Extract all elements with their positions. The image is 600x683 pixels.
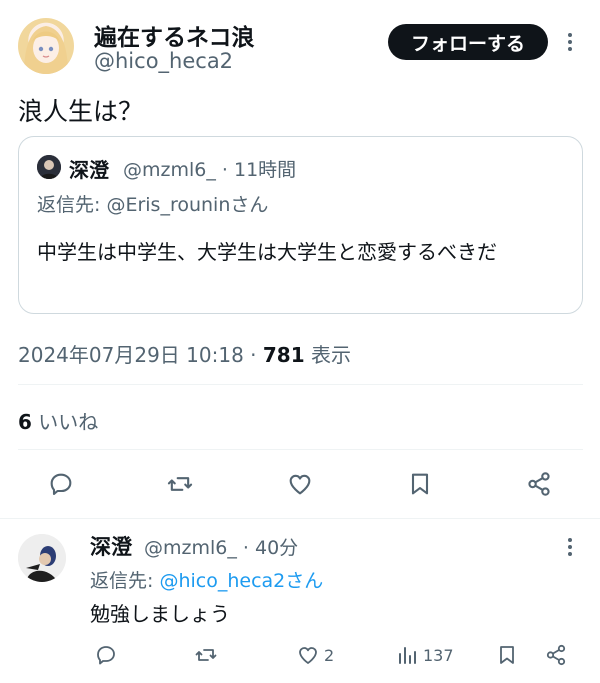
likes-summary[interactable]: 6 いいね xyxy=(18,406,98,435)
author-avatar[interactable] xyxy=(18,18,74,74)
quoted-reply-to: 返信先: @Eris_rouninさん xyxy=(37,190,268,217)
tweet-timestamp-line: 2024年07月29日 10:18 · 781 表示 xyxy=(18,343,351,367)
bookmark-icon xyxy=(411,473,429,495)
quoted-author-avatar xyxy=(37,155,61,179)
quoted-reply-prefix: 返信先: xyxy=(37,194,101,216)
quoted-handle: @mzml6_ xyxy=(123,159,216,181)
reply-like-count: 2 xyxy=(324,645,335,665)
reply-handle[interactable]: @mzml6_ xyxy=(144,537,237,559)
reply-tweet-text: 勉強しましょう xyxy=(90,602,230,626)
reply-button[interactable] xyxy=(43,466,79,502)
likes-count: 6 xyxy=(18,410,32,434)
reply-icon xyxy=(97,646,115,665)
reply-reply-to: 返信先: @hico_heca2さん xyxy=(90,566,323,593)
divider xyxy=(0,518,600,519)
share-icon xyxy=(546,644,566,666)
retweet-icon xyxy=(195,649,217,661)
retweet-button[interactable] xyxy=(162,466,198,502)
reply-reply-button[interactable] xyxy=(94,640,118,670)
author-handle[interactable]: @hico_heca2 xyxy=(94,49,233,73)
follow-button[interactable]: フォローする xyxy=(388,24,548,60)
quoted-reply-handle: @Eris_rouninさん xyxy=(106,194,269,216)
quoted-time: 11時間 xyxy=(234,159,297,181)
reply-icon xyxy=(50,473,72,495)
author-display-name[interactable]: 遍在するネコ浪 xyxy=(94,18,255,52)
reply-views-button[interactable]: 137 xyxy=(395,640,454,670)
reply-time[interactable]: 40分 xyxy=(255,537,298,559)
quoted-tweet-card[interactable]: 深澄 @mzml6_ · 11時間 返信先: @Eris_rouninさん 中学… xyxy=(18,136,583,314)
reply-share-button[interactable] xyxy=(544,640,568,670)
reply-reply-prefix: 返信先: xyxy=(90,570,154,592)
likes-label: いいね xyxy=(38,410,99,434)
views-label: 表示 xyxy=(310,343,351,367)
tweet-text: 浪人生は？ xyxy=(18,97,144,126)
reply-like-button[interactable]: 2 xyxy=(296,640,334,670)
share-button[interactable] xyxy=(521,466,557,502)
quoted-display-name: 深澄 xyxy=(69,158,109,182)
views-icon xyxy=(399,647,416,664)
divider xyxy=(18,449,583,450)
reply-bookmark-button[interactable] xyxy=(495,640,519,670)
reply-author-avatar[interactable] xyxy=(18,534,66,582)
like-button[interactable] xyxy=(282,466,318,502)
reply-view-count: 137 xyxy=(423,645,454,665)
like-icon xyxy=(289,474,311,495)
reply-retweet-button[interactable] xyxy=(194,640,218,670)
quoted-tweet-text: 中学生は中学生、大学生は大学生と恋愛するべきだ xyxy=(37,240,497,264)
retweet-icon xyxy=(167,477,193,491)
views-count: 781 xyxy=(262,343,305,367)
more-icon[interactable] xyxy=(560,537,580,557)
divider xyxy=(18,384,583,385)
reply-reply-handle[interactable]: @hico_heca2さん xyxy=(159,570,323,592)
bookmark-icon xyxy=(500,646,514,664)
like-icon xyxy=(299,647,317,664)
reply-display-name[interactable]: 深澄 xyxy=(90,531,132,561)
share-icon xyxy=(528,472,550,496)
more-icon[interactable] xyxy=(560,32,580,52)
bookmark-button[interactable] xyxy=(402,466,438,502)
tweet-timestamp[interactable]: 2024年07月29日 10:18 xyxy=(18,343,244,367)
quoted-meta: @mzml6_ · 11時間 xyxy=(123,159,297,181)
reply-meta: @mzml6_ · 40分 xyxy=(144,537,299,559)
